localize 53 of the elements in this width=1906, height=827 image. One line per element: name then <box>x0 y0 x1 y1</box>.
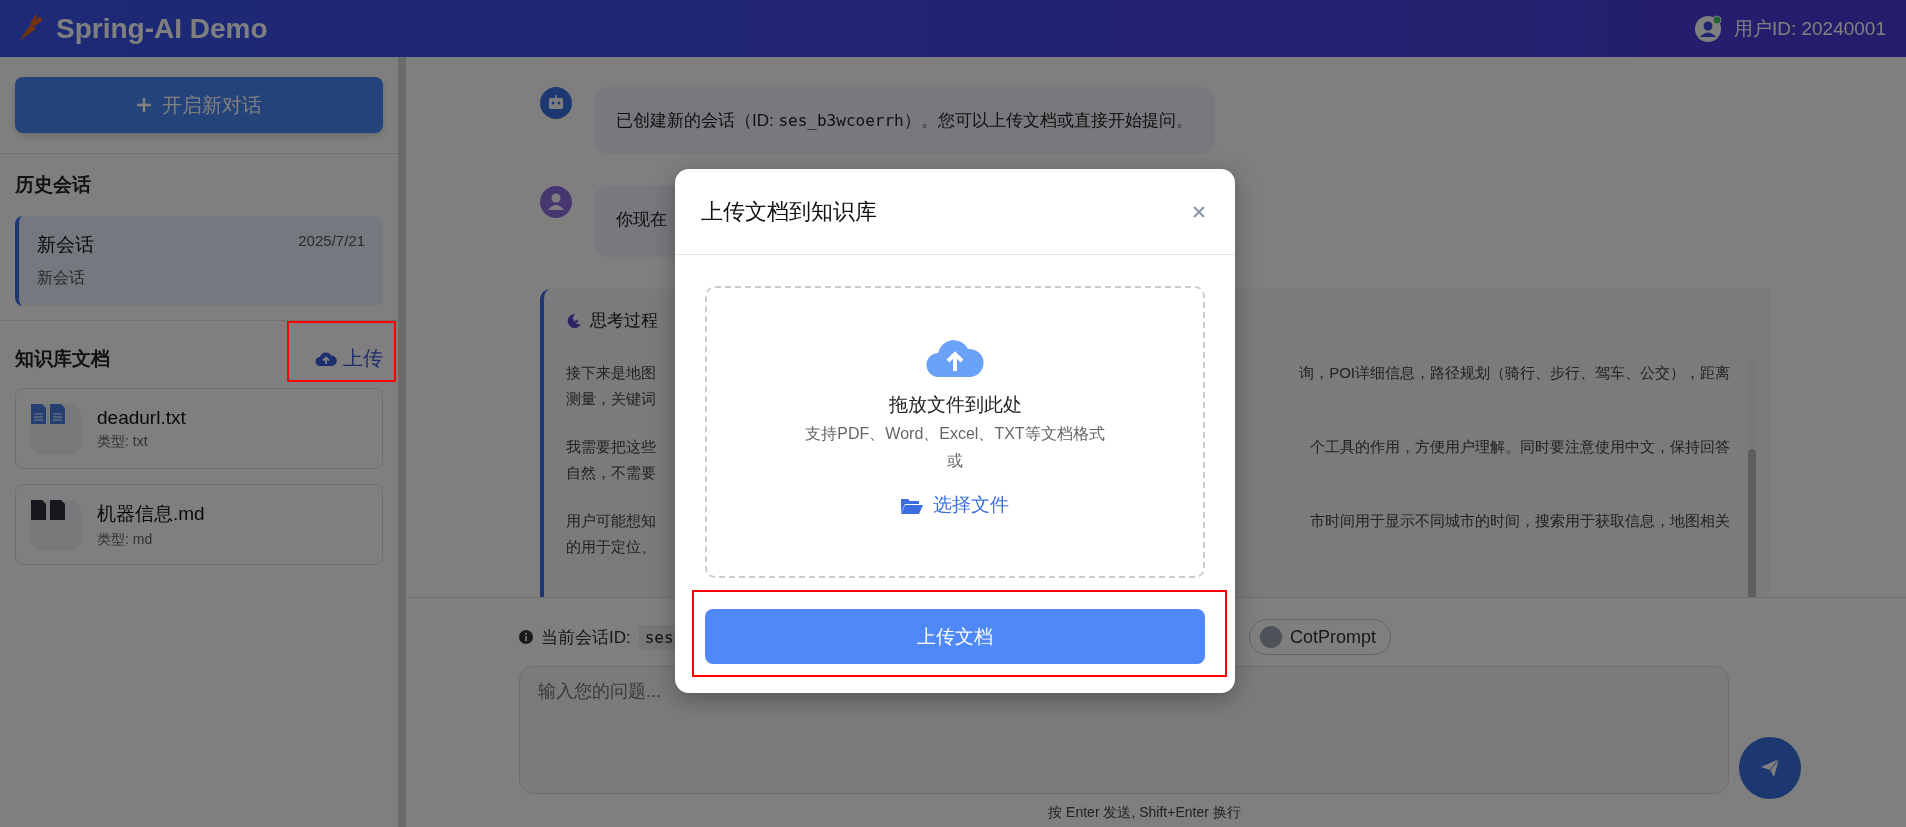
moon-star-icon <box>566 312 582 329</box>
user-id: 用户ID: 20240001 <box>1733 16 1886 41</box>
paper-plane-icon <box>1759 757 1781 779</box>
thinking-text: 市时间用于显示不同城市的时间，搜索用于获取信息，地图相关 <box>1310 511 1730 531</box>
document-item[interactable]: deadurl.txt 类型: txt <box>15 388 383 469</box>
scrollbar[interactable] <box>398 57 406 827</box>
document-type: 类型: txt <box>97 432 149 451</box>
thinking-text: 接下来是地图 <box>566 363 656 383</box>
section-title: 历史会话 <box>15 173 92 197</box>
user-avatar-icon <box>540 186 572 218</box>
drop-zone[interactable]: 拖放文件到此处 支持PDF、Word、Excel、TXT等文档格式 或 选择文件 <box>705 286 1205 578</box>
section-title: 知识库文档 <box>15 346 110 371</box>
thinking-text: 用户可能想知 <box>566 511 656 531</box>
drop-title: 拖放文件到此处 <box>888 393 1022 417</box>
session-date: 2025/7/21 <box>298 232 365 251</box>
document-icon <box>31 499 67 520</box>
thinking-text: 的用于定位、 <box>566 537 656 557</box>
info-icon <box>519 630 533 644</box>
supported-formats: 支持PDF、Word、Excel、TXT等文档格式 <box>805 424 1105 444</box>
cloud-upload-icon <box>926 338 984 378</box>
document-item[interactable]: 机器信息.md 类型: md <box>15 484 383 565</box>
cloud-upload-icon <box>315 350 337 367</box>
document-type: 类型: md <box>97 530 154 549</box>
session-id-label: 当前会话ID: <box>541 626 631 649</box>
question-input[interactable]: 输入您的问题... <box>519 666 1729 794</box>
thinking-text: 自然，不需要 <box>566 463 656 483</box>
document-icon <box>31 403 67 424</box>
thinking-text: 测量，关键词 <box>566 389 656 409</box>
new-chat-button[interactable]: 开启新对话 <box>15 77 383 133</box>
toggle-chip[interactable]: CotPrompt <box>1249 619 1392 655</box>
message-bubble: 已创建新的会话（ID: ses_b3wcoerrh）。您可以上传文档或直接开始提问。 <box>594 87 1215 154</box>
thinking-text: 个工具的作用，方便用户理解。同时要注意使用中文，保持回答 <box>1310 437 1730 457</box>
choose-file-link[interactable]: 选择文件 <box>901 492 1009 518</box>
close-icon <box>1193 205 1205 218</box>
dialog-title: 上传文档到知识库 <box>701 197 877 226</box>
thinking-text: 我需要把这些 <box>566 437 656 457</box>
scrollbar[interactable] <box>1748 359 1756 597</box>
plus-icon <box>136 97 152 113</box>
upload-button[interactable]: 上传文档 <box>705 609 1205 664</box>
keyboard-hint: 按 Enter 发送, Shift+Enter 换行 <box>1047 804 1242 822</box>
session-item[interactable]: 新会话 2025/7/21 新会话 <box>15 216 383 306</box>
or-text: 或 <box>947 451 963 471</box>
folder-icon <box>901 496 923 514</box>
session-preview: 新会话 <box>37 268 86 288</box>
user-avatar-icon[interactable] <box>1693 14 1722 43</box>
document-name: deadurl.txt <box>97 406 186 429</box>
document-name: 机器信息.md <box>97 501 205 526</box>
thinking-text: 询，POI详细信息，路径规划（骑行、步行、驾车、公交），距离 <box>1299 363 1730 383</box>
upload-link[interactable]: 上传 <box>315 345 383 372</box>
thinking-title: 思考过程 <box>590 310 658 332</box>
app-title: Spring-AI Demo <box>56 12 268 45</box>
robot-avatar-icon <box>540 87 572 119</box>
session-title: 新会话 <box>37 233 94 257</box>
